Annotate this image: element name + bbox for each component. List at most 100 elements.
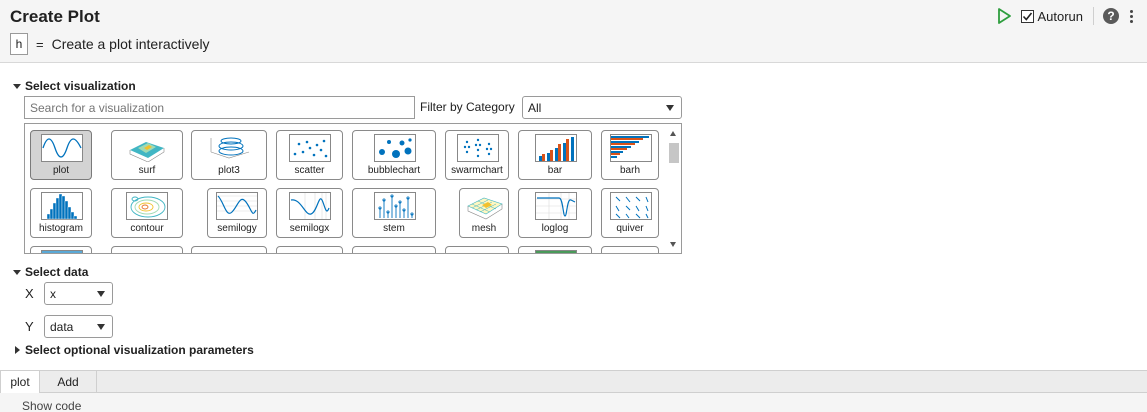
- tile-label: plot3: [218, 165, 240, 176]
- chevron-down-icon: [97, 291, 105, 297]
- tile-stem[interactable]: stem: [352, 188, 436, 238]
- tab-add[interactable]: Add: [40, 371, 97, 393]
- scroll-up-arrow-icon[interactable]: [670, 131, 676, 136]
- filter-category-label: Filter by Category: [420, 100, 515, 114]
- tile-label: bar: [547, 165, 563, 176]
- select-visualization-header[interactable]: Select visualization: [13, 79, 136, 93]
- tab-label: Add: [57, 375, 79, 389]
- tile-partial[interactable]: [518, 246, 592, 253]
- image-icon: [41, 250, 83, 253]
- tile-bar[interactable]: bar: [518, 130, 592, 180]
- tile-surf[interactable]: surf: [111, 130, 183, 180]
- x-data-value: x: [50, 286, 56, 301]
- swarmchart-icon: [457, 134, 499, 162]
- autorun-label: Autorun: [1037, 8, 1083, 24]
- quiver-icon: [610, 192, 652, 220]
- tile-label: histogram: [39, 223, 83, 234]
- histogram-icon: [41, 192, 83, 220]
- autorun-checkbox[interactable]: [1021, 9, 1035, 23]
- bubblechart-icon: [374, 134, 416, 162]
- run-icon[interactable]: [996, 8, 1012, 24]
- task-description: Create a plot interactively: [51, 36, 210, 52]
- more-options-icon[interactable]: [1125, 7, 1137, 25]
- tile-bubblechart[interactable]: bubblechart: [352, 130, 436, 180]
- gallery-scrollbar[interactable]: [666, 124, 681, 253]
- autorun-toggle[interactable]: Autorun: [1021, 9, 1083, 24]
- tile-quiver[interactable]: quiver: [601, 188, 659, 238]
- contour-icon: [126, 192, 168, 220]
- tile-partial[interactable]: [601, 246, 659, 253]
- select-optional-params-header[interactable]: Select optional visualization parameters: [13, 343, 254, 357]
- heatmap-icon: [535, 250, 577, 253]
- y-data-value: data: [50, 319, 74, 334]
- toolbar: Autorun ?: [996, 6, 1137, 26]
- semilogx-icon: [289, 192, 331, 220]
- barh-icon: [610, 134, 652, 162]
- tile-label: swarmchart: [451, 165, 503, 176]
- tile-label: mesh: [471, 223, 497, 234]
- stem-icon: [374, 192, 416, 220]
- select-data-header[interactable]: Select data: [13, 265, 88, 279]
- tile-label: bubblechart: [367, 165, 421, 176]
- section-title: Select visualization: [25, 79, 136, 93]
- chevron-down-icon: [97, 324, 105, 330]
- tile-partial[interactable]: [352, 246, 436, 253]
- header: Create Plot h = Create a plot interactiv…: [0, 0, 1147, 62]
- filter-category-value: All: [528, 100, 542, 115]
- mesh-icon: [464, 192, 506, 220]
- tile-mesh[interactable]: mesh: [459, 188, 509, 238]
- section-title: Select optional visualization parameters: [25, 343, 254, 357]
- output-variable-field[interactable]: h: [10, 33, 28, 55]
- tile-label: barh: [619, 165, 640, 176]
- tile-barh[interactable]: barh: [601, 130, 659, 180]
- tile-partial[interactable]: [276, 246, 343, 253]
- toolbar-divider: [1093, 7, 1094, 25]
- scroll-thumb[interactable]: [669, 143, 679, 163]
- equals-sign: =: [36, 36, 44, 52]
- tile-loglog[interactable]: loglog: [518, 188, 592, 238]
- filter-category-dropdown[interactable]: All: [522, 96, 682, 119]
- tab-plot[interactable]: plot: [0, 371, 40, 393]
- tile-swarmchart[interactable]: swarmchart: [445, 130, 509, 180]
- x-data-dropdown[interactable]: x: [44, 282, 113, 305]
- page-title: Create Plot: [10, 7, 100, 26]
- tile-histogram[interactable]: histogram: [30, 188, 92, 238]
- help-icon[interactable]: ?: [1103, 8, 1119, 24]
- loglog-icon: [535, 192, 577, 220]
- tile-label: semilogy: [217, 223, 257, 234]
- tile-plot3[interactable]: plot3: [191, 130, 267, 180]
- tile-label: plot: [52, 165, 70, 176]
- plot-icon: [41, 134, 83, 162]
- tile-label: semilogx: [289, 223, 330, 234]
- tile-partial[interactable]: [111, 246, 183, 253]
- collapse-triangle-icon: [13, 269, 21, 275]
- tile-contour[interactable]: contour: [111, 188, 183, 238]
- tile-partial[interactable]: [191, 246, 267, 253]
- output-tabbar: plot Add: [0, 370, 1147, 393]
- scroll-down-arrow-icon[interactable]: [670, 242, 676, 247]
- tile-semilogx[interactable]: semilogx: [276, 188, 343, 238]
- tile-scatter[interactable]: scatter: [276, 130, 343, 180]
- header-divider: [0, 62, 1147, 63]
- surf-icon: [126, 134, 168, 162]
- y-data-dropdown[interactable]: data: [44, 315, 113, 338]
- expand-triangle-icon: [15, 346, 20, 354]
- tile-label: loglog: [541, 223, 569, 234]
- tile-partial[interactable]: [30, 246, 92, 253]
- tab-label: plot: [10, 375, 30, 389]
- show-code-link[interactable]: Show code: [22, 399, 81, 412]
- plot3-icon: [209, 134, 251, 162]
- bar-icon: [535, 134, 577, 162]
- semilogy-icon: [216, 192, 258, 220]
- y-label: Y: [25, 319, 34, 334]
- tile-partial[interactable]: [445, 246, 509, 253]
- visualization-search-input[interactable]: [24, 96, 415, 119]
- scatter-icon: [289, 134, 331, 162]
- collapse-triangle-icon: [13, 83, 21, 89]
- footer: Show code: [0, 393, 1147, 412]
- x-label: X: [25, 286, 34, 301]
- tile-semilogy[interactable]: semilogy: [207, 188, 267, 238]
- section-title: Select data: [25, 265, 89, 279]
- tile-plot[interactable]: plot: [30, 130, 92, 180]
- tile-label: surf: [138, 165, 156, 176]
